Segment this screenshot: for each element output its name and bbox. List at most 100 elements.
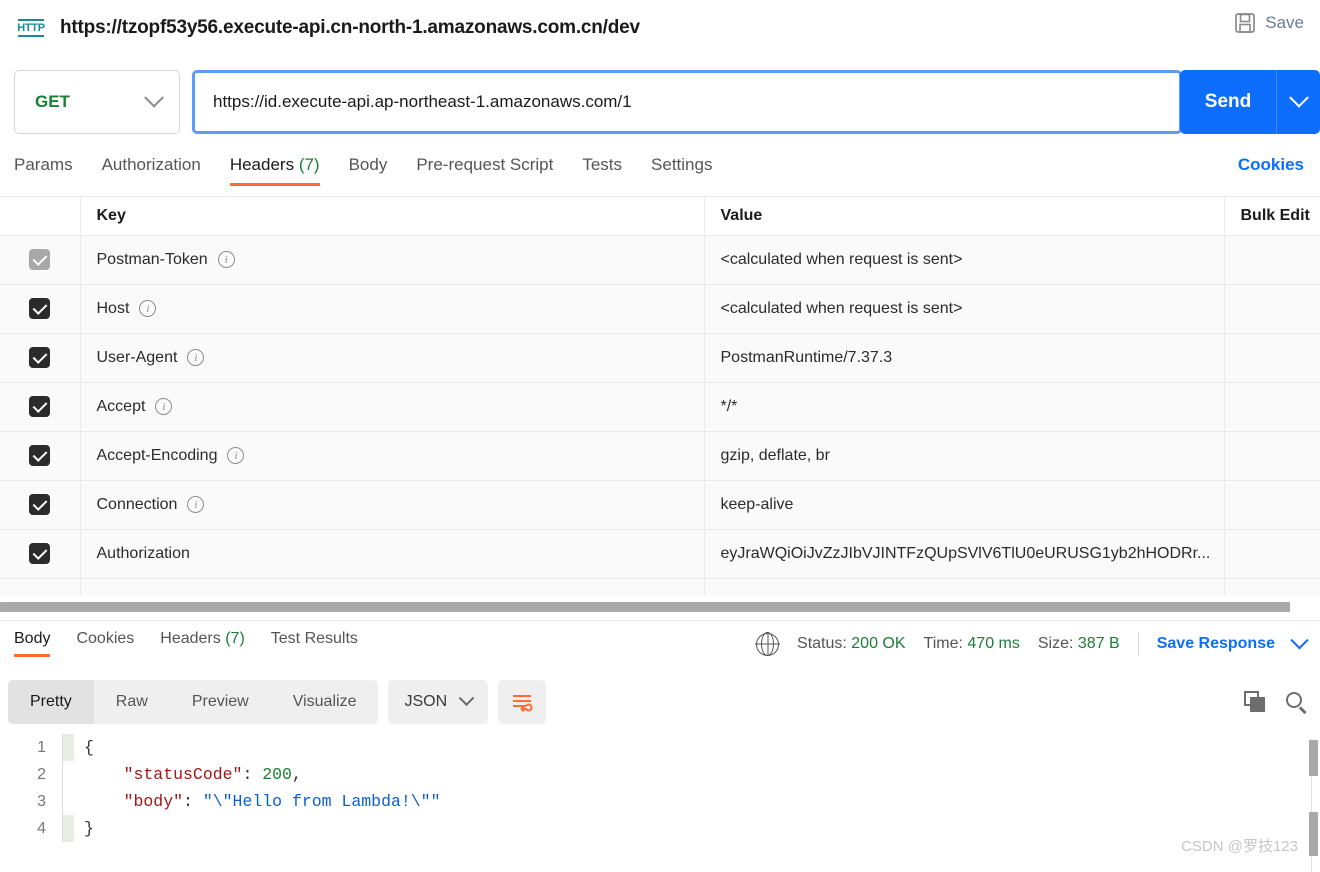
row-key-cell[interactable]: Connection i xyxy=(80,480,705,530)
chevron-down-icon xyxy=(144,87,164,108)
horizontal-scrollbar[interactable] xyxy=(0,601,1320,613)
size-value: 387 B xyxy=(1077,635,1120,652)
wrap-lines-button[interactable] xyxy=(498,680,547,724)
mode-raw[interactable]: Raw xyxy=(94,680,170,724)
send-options-button[interactable] xyxy=(1276,70,1320,134)
column-header-value: Value xyxy=(704,197,1225,236)
header-key-text: Accept xyxy=(96,397,146,415)
tab-params[interactable]: Params xyxy=(14,155,90,186)
tab-headers[interactable]: Headers (7) xyxy=(229,155,337,186)
tab-pre-request-script[interactable]: Pre-request Script xyxy=(416,155,570,186)
info-icon[interactable]: i xyxy=(217,251,235,268)
row-checkbox-cell xyxy=(0,284,81,334)
table-row: Postman-Token i <calculated when request… xyxy=(0,235,1320,285)
vertical-scrollbar[interactable] xyxy=(1307,738,1318,872)
row-key-cell[interactable]: Host i xyxy=(80,284,705,334)
response-tab-body[interactable]: Body xyxy=(14,630,51,657)
mode-visualize[interactable]: Visualize xyxy=(271,680,379,724)
code-line: 1 { xyxy=(0,734,1320,761)
response-tab-test-results[interactable]: Test Results xyxy=(271,630,358,657)
time-label: Time: xyxy=(923,635,963,652)
horizontal-scrollbar-thumb[interactable] xyxy=(0,602,1290,612)
vertical-scrollbar-thumb-secondary[interactable] xyxy=(1309,812,1318,856)
tab-count: (7) xyxy=(225,630,245,647)
table-row: Accept-Encoding i gzip, deflate, br xyxy=(0,431,1320,481)
row-key-cell[interactable]: Accept i xyxy=(80,382,705,432)
row-value-cell[interactable] xyxy=(704,578,1225,596)
info-icon[interactable]: i xyxy=(139,300,157,317)
response-mode-switcher: Pretty Raw Preview Visualize xyxy=(8,680,379,724)
row-checkbox[interactable] xyxy=(29,494,51,515)
response-tab-cookies[interactable]: Cookies xyxy=(76,630,134,657)
row-value-cell[interactable]: eyJraWQiOiJvZzJIbVJINTFzQUpSVlV6TlU0eURU… xyxy=(704,529,1225,579)
line-number: 3 xyxy=(37,793,46,810)
row-key-cell[interactable] xyxy=(80,578,705,596)
format-selector[interactable]: JSON xyxy=(388,680,489,724)
header-key-text: Postman-Token xyxy=(96,250,208,268)
code-gutter xyxy=(62,761,74,788)
tab-body[interactable]: Body xyxy=(349,155,405,186)
search-icon[interactable] xyxy=(1285,691,1308,714)
info-icon[interactable]: i xyxy=(227,447,245,464)
table-row: Connection i keep-alive xyxy=(0,480,1320,530)
send-button[interactable]: Send xyxy=(1180,70,1276,134)
row-checkbox[interactable] xyxy=(29,298,51,319)
copy-icon[interactable] xyxy=(1244,690,1267,714)
row-checkbox[interactable] xyxy=(29,347,51,368)
vertical-scrollbar-thumb[interactable] xyxy=(1309,740,1318,776)
bulk-edit-button[interactable]: Bulk Edit xyxy=(1224,197,1320,236)
info-icon[interactable]: i xyxy=(187,349,205,366)
info-icon[interactable]: i xyxy=(187,496,205,513)
header-key-text: User-Agent xyxy=(96,348,178,366)
row-checkbox-cell xyxy=(0,578,81,596)
row-checkbox-cell xyxy=(0,431,81,481)
response-tab-headers[interactable]: Headers (7) xyxy=(160,630,245,657)
row-value-cell[interactable]: keep-alive xyxy=(704,480,1225,530)
tab-authorization[interactable]: Authorization xyxy=(102,155,218,186)
chevron-down-icon[interactable] xyxy=(1290,630,1309,649)
tab-tests[interactable]: Tests xyxy=(582,155,639,186)
status-label: Status: xyxy=(797,635,847,652)
mode-pretty[interactable]: Pretty xyxy=(8,680,94,724)
response-body-viewer[interactable]: 1 { 2 "statusCode": 200, 3 "body": "\"He… xyxy=(0,734,1320,872)
row-value-cell[interactable]: gzip, deflate, br xyxy=(704,431,1225,481)
row-key-cell[interactable]: Authorization xyxy=(80,529,705,579)
row-value-cell[interactable]: PostmanRuntime/7.37.3 xyxy=(704,333,1225,383)
row-checkbox[interactable] xyxy=(29,543,51,564)
line-number: 4 xyxy=(37,820,46,837)
save-response-button[interactable]: Save Response xyxy=(1157,635,1275,653)
line-number: 1 xyxy=(37,739,46,756)
row-checkbox[interactable] xyxy=(29,445,51,466)
globe-icon xyxy=(756,631,780,657)
mode-preview[interactable]: Preview xyxy=(170,680,271,724)
watermark: CSDN @罗技123 xyxy=(1181,838,1298,855)
row-bulk-cell xyxy=(1224,578,1320,596)
save-button[interactable]: Save xyxy=(1234,12,1304,34)
chevron-down-icon xyxy=(1288,87,1309,108)
row-checkbox-cell xyxy=(0,480,81,530)
row-bulk-cell xyxy=(1224,480,1320,530)
tab-settings[interactable]: Settings xyxy=(651,155,729,186)
row-value-cell[interactable]: <calculated when request is sent> xyxy=(704,235,1225,285)
row-checkbox[interactable] xyxy=(29,249,51,270)
tab-label: Authorization xyxy=(101,155,201,174)
row-value-cell[interactable]: <calculated when request is sent> xyxy=(704,284,1225,334)
row-checkbox[interactable] xyxy=(29,396,51,417)
row-key-cell[interactable]: User-Agent i xyxy=(80,333,705,383)
row-bulk-cell xyxy=(1224,382,1320,432)
response-meta: Status: 200 OK Time: 470 ms Size: 387 B … xyxy=(756,621,1309,667)
row-value-cell[interactable]: */* xyxy=(704,382,1225,432)
size-indicator: Size: 387 B xyxy=(1038,635,1120,653)
url-input[interactable] xyxy=(192,70,1182,134)
info-icon[interactable]: i xyxy=(155,398,173,415)
tab-label: Params xyxy=(14,155,73,174)
status-indicator: Status: 200 OK xyxy=(797,635,906,653)
cookies-link[interactable]: Cookies xyxy=(1238,155,1304,175)
method-selector[interactable]: GET xyxy=(14,70,180,134)
request-tabs: Params Authorization Headers (7) Body Pr… xyxy=(0,155,1320,197)
row-bulk-cell xyxy=(1224,431,1320,481)
row-key-cell[interactable]: Accept-Encoding i xyxy=(80,431,705,481)
status-value: 200 OK xyxy=(851,635,906,652)
row-key-cell[interactable]: Postman-Token i xyxy=(80,235,705,285)
header-key-text: Connection xyxy=(96,495,178,513)
